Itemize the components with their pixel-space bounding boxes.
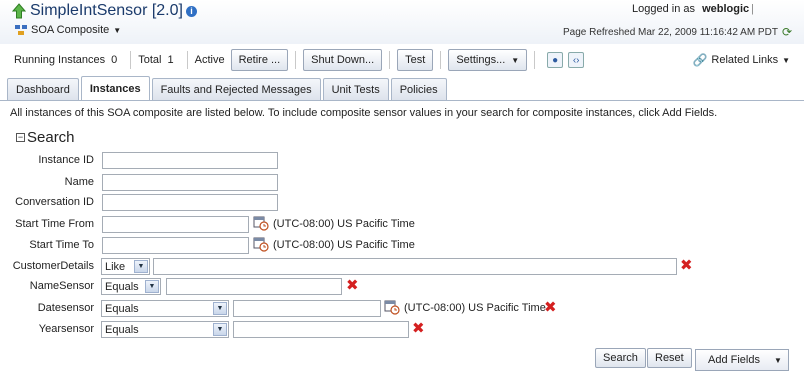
remove-field-icon[interactable]: ✖ xyxy=(680,258,693,273)
page-header: SimpleIntSensor [2.0] i SOA Composite ▼ … xyxy=(0,0,804,44)
divider: | xyxy=(751,3,754,15)
instance-id-label: Instance ID xyxy=(38,154,94,166)
link-icon: 🔗 xyxy=(692,53,708,67)
composite-label: SOA Composite xyxy=(31,24,110,36)
tab-instances[interactable]: Instances xyxy=(80,76,150,100)
page-refreshed: Page Refreshed Mar 22, 2009 11:16:42 AM … xyxy=(563,25,792,39)
retire-button[interactable]: Retire ... xyxy=(230,49,289,71)
divider xyxy=(130,51,132,69)
divider xyxy=(534,51,536,69)
chevron-down-icon: ▼ xyxy=(113,25,122,35)
toolbar: Running Instances 0 Total 1 Active Retir… xyxy=(0,47,804,73)
tab-unit-tests[interactable]: Unit Tests xyxy=(322,78,389,100)
composite-menu[interactable]: SOA Composite ▼ xyxy=(14,24,121,36)
name-sensor-input[interactable] xyxy=(166,278,342,295)
year-sensor-label: Yearsensor xyxy=(38,323,94,335)
composite-icon xyxy=(15,25,27,35)
divider xyxy=(186,51,188,69)
name-label: Name xyxy=(64,176,94,188)
running-instances-count: 0 xyxy=(111,54,118,66)
select-value: Equals xyxy=(105,302,139,315)
customer-details-label: CustomerDetails xyxy=(12,260,94,272)
calendar-icon[interactable] xyxy=(253,215,269,231)
refresh-icon[interactable]: ⟳ xyxy=(782,25,792,39)
calendar-icon[interactable] xyxy=(384,299,400,315)
page-title: SimpleIntSensor [2.0] xyxy=(30,2,183,19)
source-code-icon[interactable]: ‹› xyxy=(568,52,585,68)
up-arrow-icon xyxy=(12,3,26,19)
refreshed-text: Page Refreshed Mar 22, 2009 11:16:42 AM … xyxy=(562,26,778,38)
name-sensor-label: NameSensor xyxy=(29,280,94,292)
chevron-down-icon: ▼ xyxy=(782,55,790,65)
customer-details-input[interactable] xyxy=(153,258,677,275)
tab-faults[interactable]: Faults and Rejected Messages xyxy=(151,78,321,100)
add-fields-button[interactable]: Add Fields ▼ xyxy=(695,349,789,371)
timezone-label: (UTC-08:00) US Pacific Time xyxy=(273,218,415,230)
remove-field-icon[interactable]: ✖ xyxy=(412,321,425,336)
name-input[interactable] xyxy=(102,174,278,191)
tab-underline xyxy=(0,100,804,101)
username: weblogic xyxy=(702,3,750,15)
customer-details-operator-select[interactable]: Like ▼ xyxy=(101,258,150,275)
select-value: Equals xyxy=(105,280,139,293)
conversation-id-label: Conversation ID xyxy=(15,196,94,208)
date-sensor-operator-select[interactable]: Equals ▼ xyxy=(101,300,229,317)
shut-down-button[interactable]: Shut Down... xyxy=(303,49,383,71)
start-time-from-label: Start Time From xyxy=(15,218,94,230)
search-button[interactable]: Search xyxy=(595,348,646,368)
settings-button[interactable]: Settings... ▼ xyxy=(448,49,528,71)
total-count: 1 xyxy=(167,54,174,66)
conversation-id-input[interactable] xyxy=(102,194,278,211)
chevron-down-icon: ▼ xyxy=(213,323,227,336)
add-fields-label: Add Fields xyxy=(708,354,760,366)
reset-button[interactable]: Reset xyxy=(647,348,692,368)
search-title: Search xyxy=(27,129,75,146)
running-instances-label: Running Instances xyxy=(14,54,106,66)
select-value: Equals xyxy=(105,323,139,336)
divider xyxy=(440,51,442,69)
chevron-down-icon: ▼ xyxy=(511,55,520,65)
chevron-down-icon: ▼ xyxy=(145,280,159,293)
date-sensor-label: Datesensor xyxy=(37,302,94,314)
year-sensor-operator-select[interactable]: Equals ▼ xyxy=(101,321,229,338)
related-links-label: Related Links xyxy=(711,54,779,66)
total-label: Total xyxy=(138,54,162,66)
title-row: SimpleIntSensor [2.0] i xyxy=(12,2,197,20)
timezone-label: (UTC-08:00) US Pacific Time xyxy=(273,239,415,251)
info-icon[interactable]: i xyxy=(185,5,197,17)
name-sensor-operator-select[interactable]: Equals ▼ xyxy=(101,278,161,295)
instance-id-input[interactable] xyxy=(102,152,278,169)
year-sensor-input[interactable] xyxy=(233,321,409,338)
related-links-menu[interactable]: 🔗 Related Links ▼ xyxy=(692,53,790,67)
logged-in-label: Logged in as xyxy=(632,3,696,15)
tab-policies[interactable]: Policies xyxy=(390,78,447,100)
tab-bar: Dashboard Instances Faults and Rejected … xyxy=(7,76,449,100)
collapse-icon[interactable]: − xyxy=(16,133,25,142)
deploy-icon[interactable]: ● xyxy=(547,52,564,68)
search-heading[interactable]: − Search xyxy=(16,129,75,146)
remove-field-icon[interactable]: ✖ xyxy=(544,300,557,315)
select-value: Like xyxy=(105,260,126,273)
chevron-down-icon: ▼ xyxy=(213,302,227,315)
calendar-icon[interactable] xyxy=(253,236,269,252)
chevron-down-icon: ▼ xyxy=(134,260,148,273)
divider xyxy=(389,51,391,69)
logged-in-info: Logged in as weblogic | xyxy=(632,3,754,15)
active-status: Active xyxy=(194,54,225,66)
start-time-to-label: Start Time To xyxy=(29,239,94,251)
timezone-label: (UTC-08:00) US Pacific Time xyxy=(404,302,546,314)
start-time-to-input[interactable] xyxy=(102,237,249,254)
start-time-from-input[interactable] xyxy=(102,216,249,233)
remove-field-icon[interactable]: ✖ xyxy=(346,278,359,293)
date-sensor-input[interactable] xyxy=(233,300,381,317)
divider xyxy=(295,51,297,69)
test-button[interactable]: Test xyxy=(397,49,434,71)
instances-description: All instances of this SOA composite are … xyxy=(10,107,718,119)
tab-dashboard[interactable]: Dashboard xyxy=(7,78,79,100)
chevron-down-icon: ▼ xyxy=(773,355,782,365)
settings-label: Settings... xyxy=(456,54,506,66)
